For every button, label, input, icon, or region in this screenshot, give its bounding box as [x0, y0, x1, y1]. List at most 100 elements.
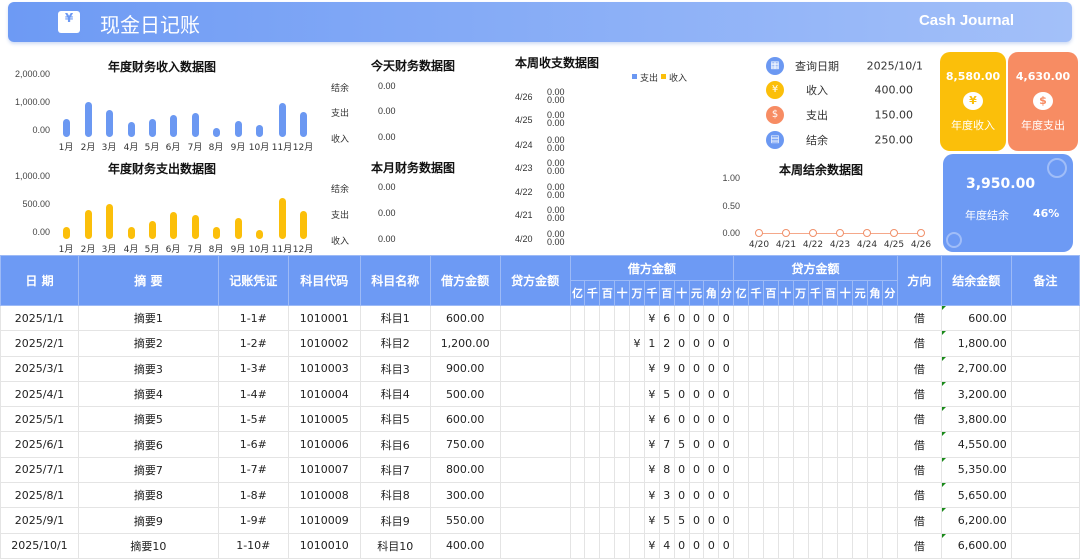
summary-cell[interactable]: 摘要10	[77, 532, 219, 559]
balance-cell[interactable]: 4,550.00	[940, 431, 1012, 458]
account-code-cell[interactable]: 1010005	[287, 406, 361, 433]
note-cell[interactable]	[1010, 482, 1080, 509]
voucher-cell[interactable]: 1-3#	[217, 355, 289, 382]
table-row[interactable]: 2025/2/1 摘要2 1-2# 1010002 科目2 1,200.00 ¥1 2 0 0 0 0…	[0, 330, 1080, 357]
voucher-cell[interactable]: 1-9#	[217, 507, 289, 534]
voucher-cell[interactable]: 1-1#	[217, 304, 289, 332]
date-cell[interactable]: 2025/1/1	[0, 304, 79, 332]
account-code-cell[interactable]: 1010006	[287, 431, 361, 458]
date-cell[interactable]: 2025/2/1	[0, 330, 79, 357]
account-name-cell[interactable]: 科目3	[359, 355, 431, 382]
direction-cell[interactable]: 借	[896, 431, 942, 458]
balance-cell[interactable]: 6,200.00	[940, 507, 1012, 534]
credit-cell[interactable]	[499, 482, 571, 509]
debit-cell[interactable]: 300.00	[429, 482, 501, 509]
credit-cell[interactable]	[499, 431, 571, 458]
credit-cell[interactable]	[499, 330, 571, 357]
date-cell[interactable]: 2025/10/1	[0, 532, 79, 559]
note-cell[interactable]	[1010, 330, 1080, 357]
account-code-cell[interactable]: 1010009	[287, 507, 361, 534]
balance-cell[interactable]: 3,200.00	[940, 380, 1012, 408]
direction-cell[interactable]: 借	[896, 380, 942, 408]
date-cell[interactable]: 2025/3/1	[0, 355, 79, 382]
account-name-cell[interactable]: 科目4	[359, 380, 431, 408]
account-code-cell[interactable]: 1010004	[287, 380, 361, 408]
voucher-cell[interactable]: 1-10#	[217, 532, 289, 559]
account-name-cell[interactable]: 科目1	[359, 304, 431, 332]
debit-cell[interactable]: 550.00	[429, 507, 501, 534]
balance-cell[interactable]: 6,600.00	[940, 532, 1012, 559]
voucher-cell[interactable]: 1-2#	[217, 330, 289, 357]
account-code-cell[interactable]: 1010007	[287, 456, 361, 484]
summary-cell[interactable]: 摘要8	[77, 482, 219, 509]
credit-cell[interactable]	[499, 406, 571, 433]
summary-cell[interactable]: 摘要9	[77, 507, 219, 534]
voucher-cell[interactable]: 1-6#	[217, 431, 289, 458]
table-row[interactable]: 2025/5/1 摘要5 1-5# 1010005 科目5 600.00 ¥6 0 0 0 0 借 3,…	[0, 406, 1080, 433]
account-name-cell[interactable]: 科目5	[359, 406, 431, 433]
note-cell[interactable]	[1010, 507, 1080, 534]
voucher-cell[interactable]: 1-5#	[217, 406, 289, 433]
account-name-cell[interactable]: 科目7	[359, 456, 431, 484]
table-row[interactable]: 2025/1/1 摘要1 1-1# 1010001 科目1 600.00 ¥6 0 0 0 0 借 60…	[0, 304, 1080, 332]
direction-cell[interactable]: 借	[896, 456, 942, 484]
summary-cell[interactable]: 摘要1	[77, 304, 219, 332]
debit-cell[interactable]: 500.00	[429, 380, 501, 408]
balance-cell[interactable]: 5,650.00	[940, 482, 1012, 509]
credit-cell[interactable]	[499, 507, 571, 534]
table-row[interactable]: 2025/8/1 摘要8 1-8# 1010008 科目8 300.00 ¥3 0 0 0 0 借 5,…	[0, 482, 1080, 509]
direction-cell[interactable]: 借	[896, 355, 942, 382]
summary-cell[interactable]: 摘要5	[77, 406, 219, 433]
debit-cell[interactable]: 400.00	[429, 532, 501, 559]
account-code-cell[interactable]: 1010008	[287, 482, 361, 509]
note-cell[interactable]	[1010, 304, 1080, 332]
credit-cell[interactable]	[499, 304, 571, 332]
date-cell[interactable]: 2025/8/1	[0, 482, 79, 509]
account-code-cell[interactable]: 1010002	[287, 330, 361, 357]
balance-cell[interactable]: 1,800.00	[940, 330, 1012, 357]
date-cell[interactable]: 2025/6/1	[0, 431, 79, 458]
balance-cell[interactable]: 600.00	[940, 304, 1012, 332]
voucher-cell[interactable]: 1-7#	[217, 456, 289, 484]
direction-cell[interactable]: 借	[896, 406, 942, 433]
date-cell[interactable]: 2025/9/1	[0, 507, 79, 534]
credit-cell[interactable]	[499, 355, 571, 382]
balance-cell[interactable]: 2,700.00	[940, 355, 1012, 382]
voucher-cell[interactable]: 1-4#	[217, 380, 289, 408]
debit-cell[interactable]: 750.00	[429, 431, 501, 458]
summary-cell[interactable]: 摘要4	[77, 380, 219, 408]
debit-cell[interactable]: 900.00	[429, 355, 501, 382]
note-cell[interactable]	[1010, 532, 1080, 559]
credit-cell[interactable]	[499, 532, 571, 559]
direction-cell[interactable]: 借	[896, 532, 942, 559]
summary-cell[interactable]: 摘要3	[77, 355, 219, 382]
note-cell[interactable]	[1010, 431, 1080, 458]
account-code-cell[interactable]: 1010003	[287, 355, 361, 382]
balance-cell[interactable]: 5,350.00	[940, 456, 1012, 484]
date-cell[interactable]: 2025/4/1	[0, 380, 79, 408]
direction-cell[interactable]: 借	[896, 507, 942, 534]
note-cell[interactable]	[1010, 380, 1080, 408]
credit-cell[interactable]	[499, 380, 571, 408]
note-cell[interactable]	[1010, 456, 1080, 484]
voucher-cell[interactable]: 1-8#	[217, 482, 289, 509]
account-name-cell[interactable]: 科目10	[359, 532, 431, 559]
debit-cell[interactable]: 600.00	[429, 304, 501, 332]
table-row[interactable]: 2025/7/1 摘要7 1-7# 1010007 科目7 800.00 ¥8 0 0 0 0 借 5,…	[0, 456, 1080, 484]
direction-cell[interactable]: 借	[896, 304, 942, 332]
direction-cell[interactable]: 借	[896, 330, 942, 357]
table-row[interactable]: 2025/9/1 摘要9 1-9# 1010009 科目9 550.00 ¥5 5 0 0 0 借 6,…	[0, 507, 1080, 534]
summary-cell[interactable]: 摘要7	[77, 456, 219, 484]
account-code-cell[interactable]: 1010010	[287, 532, 361, 559]
table-row[interactable]: 2025/10/1 摘要10 1-10# 1010010 科目10 400.00 ¥4 0 0 0…	[0, 532, 1080, 559]
table-row[interactable]: 2025/3/1 摘要3 1-3# 1010003 科目3 900.00 ¥9 0 0 0 0 借 2,…	[0, 355, 1080, 382]
account-name-cell[interactable]: 科目8	[359, 482, 431, 509]
balance-cell[interactable]: 3,800.00	[940, 406, 1012, 433]
account-name-cell[interactable]: 科目2	[359, 330, 431, 357]
table-row[interactable]: 2025/4/1 摘要4 1-4# 1010004 科目4 500.00 ¥5 0 0 0 0 借 3,…	[0, 380, 1080, 408]
account-code-cell[interactable]: 1010001	[287, 304, 361, 332]
date-cell[interactable]: 2025/7/1	[0, 456, 79, 484]
summary-cell[interactable]: 摘要2	[77, 330, 219, 357]
account-name-cell[interactable]: 科目9	[359, 507, 431, 534]
credit-cell[interactable]	[499, 456, 571, 484]
